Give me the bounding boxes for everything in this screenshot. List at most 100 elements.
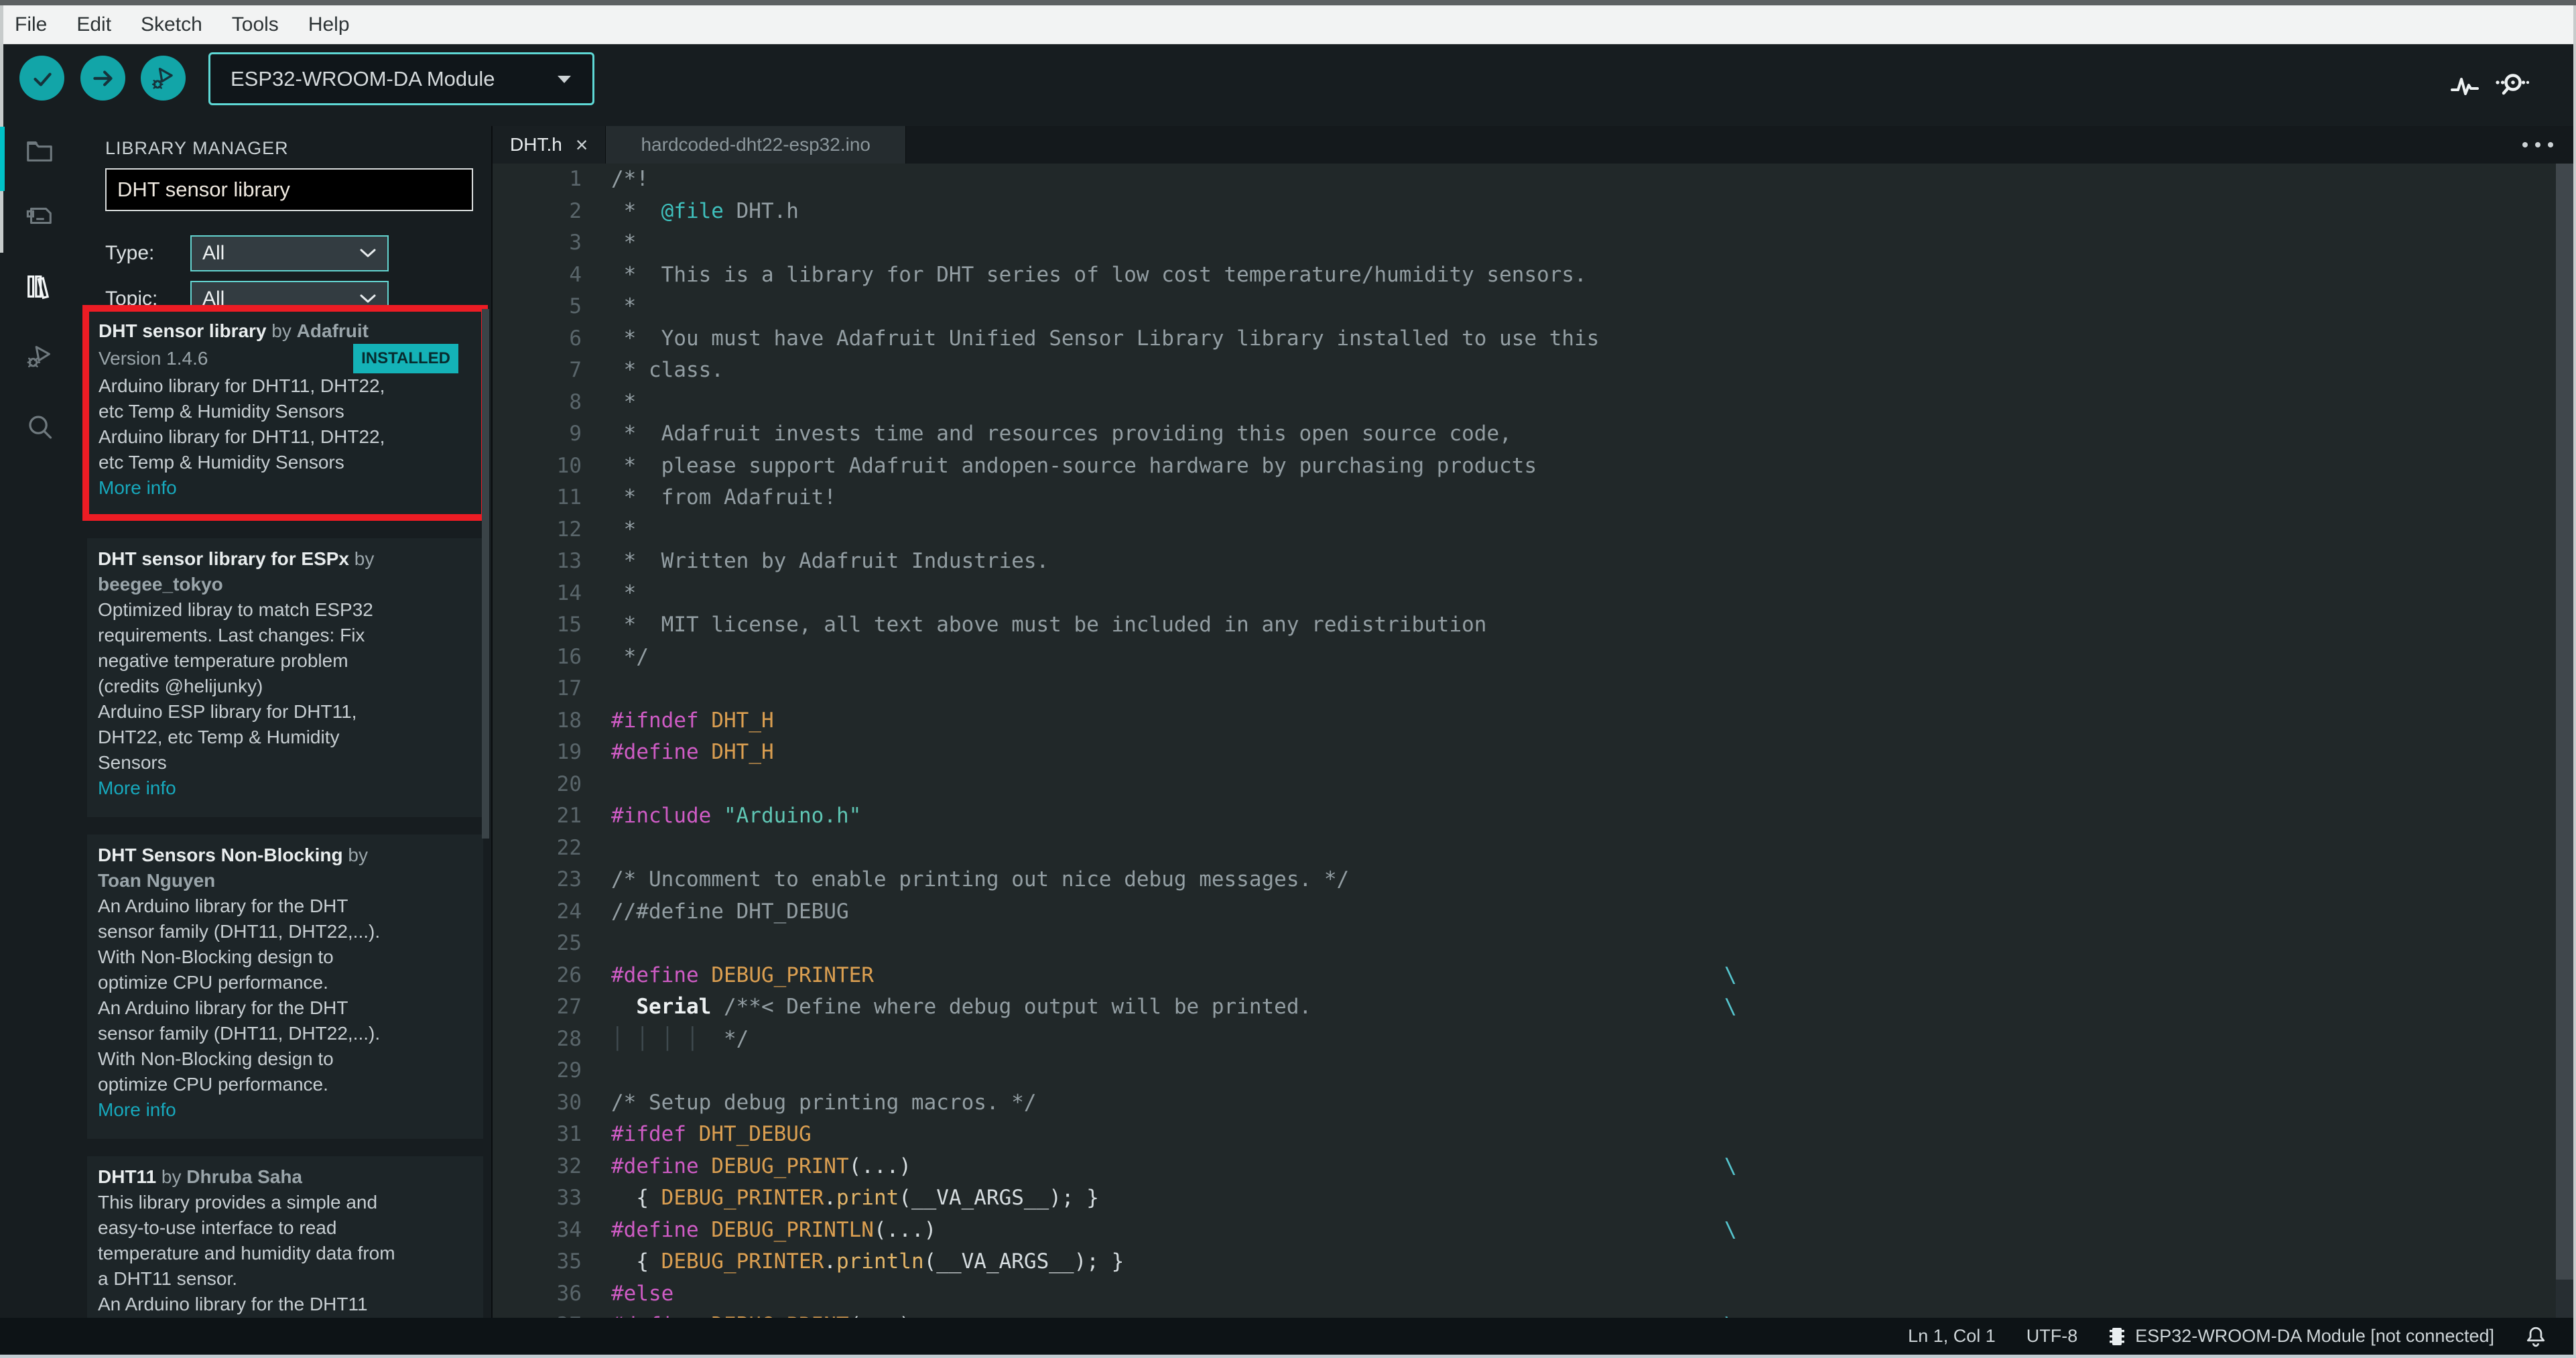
tab-sketch[interactable]: hardcoded-dht22-esp32.ino (606, 126, 906, 164)
menu-tools[interactable]: Tools (232, 13, 279, 36)
panel-scrollbar[interactable] (482, 309, 489, 839)
tab-dht-h[interactable]: DHT.h × (493, 126, 606, 164)
cursor-position[interactable]: Ln 1, Col 1 (1908, 1326, 1996, 1347)
code-line: #else (611, 1281, 674, 1306)
bell-icon[interactable] (2525, 1325, 2547, 1348)
library-description-line: optimize CPU performance. (98, 1074, 328, 1095)
code-line: │ │ │ │ */ (611, 1026, 749, 1051)
search-icon (29, 416, 52, 439)
search-input[interactable] (105, 168, 473, 211)
type-label: Type: (105, 242, 155, 264)
chevron-down-icon (360, 294, 376, 303)
scrollbar-thumb[interactable] (2556, 164, 2573, 1280)
code-line: { DEBUG_PRINTER.println(__VA_ARGS__); } (611, 1249, 1124, 1274)
code-line: * Adafruit invests time and resources pr… (611, 422, 1512, 446)
code-line: * please support Adafruit andopen-source… (611, 453, 1537, 478)
library-description-line: Sensors (98, 752, 167, 773)
verify-button[interactable] (19, 56, 64, 101)
library-version: Version 1.4.6 (99, 348, 208, 369)
library-description-line: Arduino library for DHT11, DHT22, (99, 375, 385, 396)
menu-file[interactable]: File (15, 13, 47, 36)
library-card-title: DHT sensor library for ESPx by (98, 548, 375, 569)
close-icon[interactable]: × (576, 133, 588, 158)
board-status[interactable]: ESP32-WROOM-DA Module [not connected] (2108, 1326, 2494, 1347)
library-description-line: An Arduino library for the DHT (98, 896, 348, 916)
right-arrow-icon (92, 70, 113, 86)
more-actions-icon[interactable] (2522, 126, 2553, 164)
library-description-line: sensor family (DHT11, DHT22,...). (98, 921, 381, 942)
library-description-line: a DHT11 sensor. (98, 1268, 238, 1289)
code-line: * @file DHT.h (611, 198, 799, 223)
library-card[interactable]: DHT sensor library for ESPx by beegee_tok… (87, 538, 483, 817)
code-line: */ (611, 644, 649, 669)
upload-button[interactable] (80, 56, 125, 101)
library-description-line: optimize CPU performance. (98, 972, 328, 993)
panel-title: LIBRARY MANAGER (105, 138, 289, 158)
serial-plotter-icon[interactable] (2449, 69, 2481, 101)
code-line: { DEBUG_PRINTER.print(__VA_ARGS__); } (611, 1186, 1099, 1210)
type-select[interactable]: All (190, 235, 389, 271)
library-card[interactable]: DHT sensor library by Adafruit Version 1.… (82, 305, 488, 521)
library-description-line: temperature and humidity data from (98, 1243, 395, 1263)
sidebar-item-boards-manager[interactable] (24, 200, 55, 231)
code-line: * (611, 389, 637, 414)
sidebar-item-debug[interactable] (24, 341, 55, 372)
toolbar: ESP32-WROOM-DA Module (0, 44, 2576, 126)
library-description-line: Arduino library for DHT11, DHT22, (99, 426, 385, 447)
window-right-border (2573, 5, 2576, 1358)
code-line: /* Setup debug printing macros. */ (611, 1090, 1037, 1115)
code-line: * (611, 580, 637, 605)
installed-badge: INSTALLED (353, 344, 458, 373)
sidebar-item-library-manager[interactable] (24, 271, 55, 302)
debug-button[interactable] (141, 56, 186, 101)
check-icon (33, 72, 52, 86)
sidebar-item-search[interactable] (24, 412, 55, 442)
tab-label: DHT.h (510, 134, 562, 155)
code-line: #define DHT_H (611, 740, 774, 764)
library-card-title: beegee_tokyo (98, 574, 223, 595)
code-line: #define DEBUG_PRINT(...)\ (611, 1154, 1737, 1178)
board-selector[interactable]: ESP32-WROOM-DA Module (208, 52, 594, 105)
library-card[interactable]: DHT Sensors Non-Blocking by Toan Nguyen An… (87, 835, 483, 1139)
code-line: #define DEBUG_PRINTLN(...) \ (611, 1217, 1737, 1242)
more-info-link[interactable]: More info (98, 1097, 474, 1123)
code-line: * class. (611, 358, 724, 382)
code-line: /* Uncomment to enable printing out nice… (611, 867, 1350, 891)
sidebar-item-sketchbook[interactable] (24, 135, 55, 166)
code-area[interactable]: 1 2 3 4 5 6 7 8 9 10 11 12 13 14 15 16 17 18 19 20 21 22 23 24 2… (493, 164, 2573, 1318)
library-description-line: etc Temp & Humidity Sensors (99, 452, 344, 473)
library-manager-panel: LIBRARY MANAGER Type: All Topic: All DHT… (79, 126, 493, 1318)
library-description-line: Arduino ESP library for DHT11, (98, 701, 357, 722)
code-line: Serial /**< Define where debug output wi… (636, 995, 1737, 1019)
code-content: /*! * @file DHT.h * * This is a library … (493, 164, 2556, 1318)
more-info-link[interactable]: More info (98, 776, 474, 801)
chevron-down-icon (556, 74, 572, 84)
code-line: * MIT license, all text above must be in… (611, 613, 1487, 637)
arduino-ide-window: File Edit Sketch Tools Help ESP32-WROOM-DA M… (0, 0, 2576, 1358)
code-line: * This is a library for DHT series of lo… (611, 262, 1587, 287)
code-line: * (611, 231, 637, 255)
more-info-link[interactable]: More info (99, 475, 473, 501)
board-icon (26, 207, 52, 225)
code-line: #define DEBUG_PRINTER \ (611, 963, 1737, 987)
encoding-indicator[interactable]: UTF-8 (2026, 1326, 2078, 1347)
window-top-border (0, 0, 2576, 5)
chevron-down-icon (360, 249, 376, 257)
code-line: * from Adafruit! (611, 485, 836, 509)
board-status-text: ESP32-WROOM-DA Module [not connected] (2135, 1326, 2494, 1346)
library-description-line: Optimized libray to match ESP32 (98, 599, 373, 620)
editor-scrollbar[interactable] (2556, 164, 2573, 1318)
debug-icon (151, 67, 173, 89)
library-card[interactable]: DHT11 by Dhruba Saha This library provide… (87, 1156, 483, 1318)
library-description-line: sensor family (DHT11, DHT22,...). (98, 1023, 381, 1044)
menu-edit[interactable]: Edit (76, 13, 111, 36)
code-line: * You must have Adafruit Unified Sensor … (611, 326, 1600, 351)
library-description-line: DHT22, etc Temp & Humidity (98, 727, 340, 747)
serial-monitor-icon[interactable] (2494, 69, 2529, 101)
menu-help[interactable]: Help (308, 13, 350, 36)
menu-sketch[interactable]: Sketch (141, 13, 202, 36)
tab-label: hardcoded-dht22-esp32.ino (641, 134, 871, 155)
